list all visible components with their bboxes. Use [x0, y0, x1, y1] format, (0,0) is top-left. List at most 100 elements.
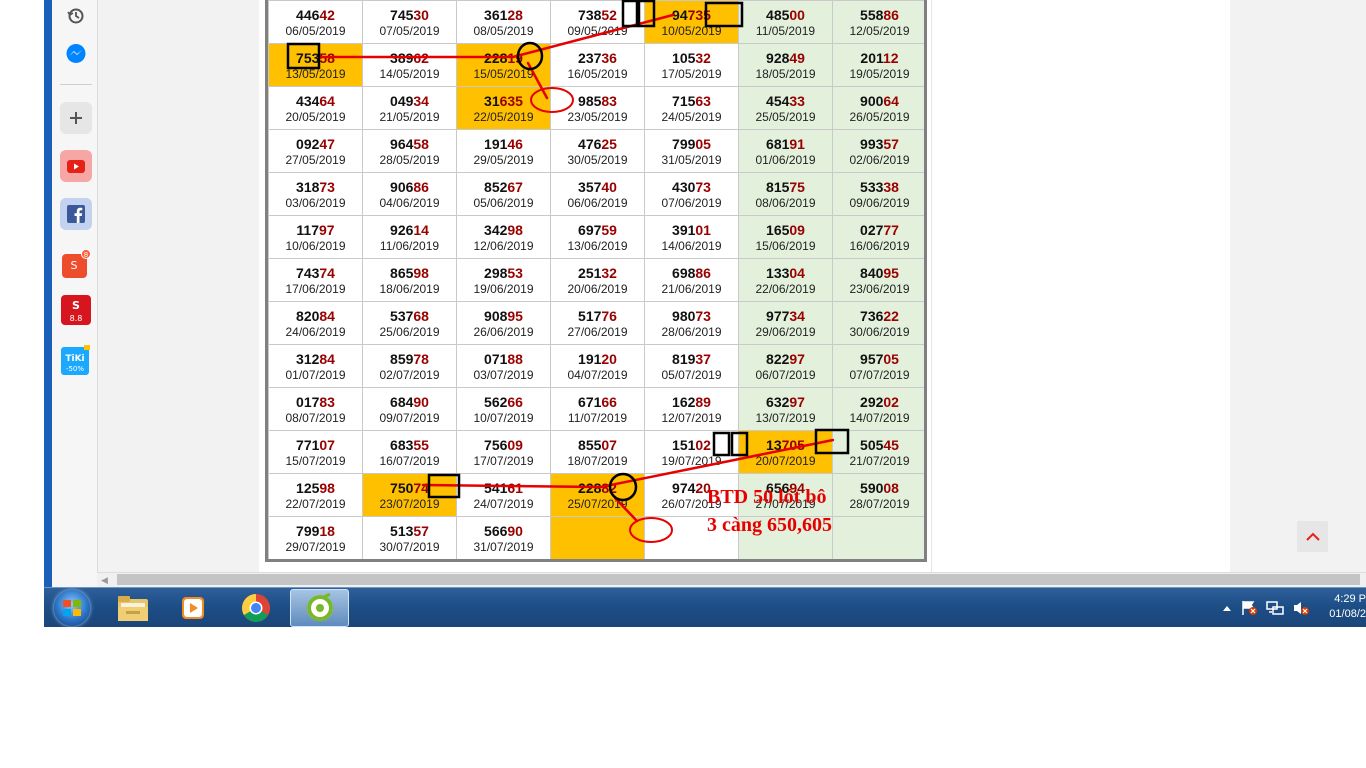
result-number: 34298 [457, 222, 550, 238]
result-date: 16/07/2019 [379, 453, 440, 468]
result-cell: 79905 31/05/2019 [644, 129, 739, 173]
result-cell: 56690 31/07/2019 [456, 516, 551, 559]
messenger-button[interactable] [60, 38, 92, 70]
history-icon [67, 8, 84, 24]
horizontal-scrollbar[interactable]: ◀ [97, 572, 1366, 587]
result-number: 50545 [833, 437, 924, 453]
result-number-suffix: 82 [601, 479, 617, 496]
action-center-flag-icon[interactable] [1240, 600, 1258, 616]
result-number: 99357 [833, 136, 924, 152]
result-cell: 04934 21/05/2019 [362, 86, 457, 130]
scrollbar-thumb[interactable] [117, 574, 1360, 585]
result-cell: 81937 05/07/2019 [644, 344, 739, 388]
result-date: 21/05/2019 [379, 109, 440, 124]
result-number-prefix: 357 [578, 178, 602, 195]
result-number-prefix: 454 [766, 92, 790, 109]
add-sidebar-app-button[interactable] [60, 102, 92, 134]
result-number-prefix: 318 [296, 178, 320, 195]
result-cell: 56266 10/07/2019 [456, 387, 551, 431]
result-date: 15/05/2019 [473, 66, 534, 81]
facebook-button[interactable] [60, 198, 92, 230]
result-cell: 29853 19/06/2019 [456, 258, 551, 302]
result-number-suffix: 07 [319, 436, 335, 453]
result-date: 13/06/2019 [567, 238, 628, 253]
scroll-to-top-button[interactable] [1297, 521, 1328, 552]
result-cell: 68355 16/07/2019 [362, 430, 457, 474]
result-cell: 09247 27/05/2019 [268, 129, 363, 173]
result-number: 85507 [551, 437, 644, 453]
result-cell: 12598 22/07/2019 [268, 473, 363, 517]
result-number: 02777 [833, 222, 924, 238]
result-number-suffix: 09 [789, 221, 805, 238]
result-date: 26/05/2019 [849, 109, 910, 124]
result-cell: 53768 25/06/2019 [362, 301, 457, 345]
shopee-button[interactable]: S8 [60, 248, 92, 280]
history-button[interactable] [60, 0, 92, 32]
result-number: 90064 [833, 93, 924, 109]
table-row: 82084 24/06/2019 53768 25/06/2019 90895 26/06… [268, 301, 924, 345]
taskbar-coc-coc[interactable] [290, 589, 349, 627]
result-number-prefix: 590 [860, 479, 884, 496]
result-number-suffix: 95 [883, 264, 899, 281]
result-cell: 86598 18/06/2019 [362, 258, 457, 302]
result-date: 30/07/2019 [379, 539, 440, 554]
scroll-left-arrow-icon[interactable]: ◀ [101, 573, 108, 587]
svg-text:8.8: 8.8 [70, 314, 83, 323]
result-date: 21/06/2019 [661, 281, 722, 296]
result-number: 82297 [739, 351, 832, 367]
table-row: 75358 13/05/2019 38962 14/05/2019 22819 15/05… [268, 43, 924, 87]
result-cell: 98073 28/06/2019 [644, 301, 739, 345]
result-number-suffix: 07 [601, 436, 617, 453]
taskbar-chrome[interactable] [229, 589, 283, 627]
result-cell: 69759 13/06/2019 [550, 215, 645, 259]
result-date: 29/07/2019 [285, 539, 346, 554]
youtube-button[interactable] [60, 150, 92, 182]
result-number-suffix: 73 [695, 307, 711, 324]
result-date: 26/07/2019 [661, 496, 722, 511]
result-date: 09/07/2019 [379, 410, 440, 425]
result-number-prefix: 13 [766, 436, 782, 453]
result-date: 19/06/2019 [473, 281, 534, 296]
result-date: 08/06/2019 [755, 195, 816, 210]
result-date: 19/05/2019 [849, 66, 910, 81]
volume-muted-icon[interactable] [1292, 600, 1310, 616]
network-icon[interactable] [1266, 600, 1284, 616]
result-number: 13304 [739, 265, 832, 281]
result-number: 53768 [363, 308, 456, 324]
result-cell: 73622 30/06/2019 [832, 301, 924, 345]
taskbar-clock[interactable]: 4:29 P 01/08/2 [1319, 592, 1366, 622]
result-number-suffix: 62 [413, 49, 429, 66]
table-row: 74374 17/06/2019 86598 18/06/2019 29853 19/06… [268, 258, 924, 302]
result-number: 20112 [833, 49, 924, 66]
result-number-suffix: 89 [695, 393, 711, 410]
taskbar-media-player[interactable] [166, 589, 220, 627]
shopee-icon: S8 [62, 249, 91, 278]
sendo-button[interactable]: S 8.8 [60, 294, 92, 326]
result-number-prefix: 815 [766, 178, 790, 195]
result-number-suffix: 36 [601, 49, 617, 66]
result-number-suffix: 30 [413, 6, 429, 23]
result-number-suffix: 32 [695, 49, 711, 66]
taskbar-file-explorer[interactable] [106, 589, 160, 627]
result-cell: 85978 02/07/2019 [362, 344, 457, 388]
result-cell: 79918 29/07/2019 [268, 516, 363, 559]
result-number-prefix: 753 [296, 49, 320, 66]
result-number-suffix: 88 [507, 350, 523, 367]
start-button[interactable] [54, 590, 90, 626]
table-row: 11797 10/06/2019 92614 11/06/2019 34298 12/06… [268, 215, 924, 259]
result-date: 04/06/2019 [379, 195, 440, 210]
result-number-suffix: 22 [883, 307, 899, 324]
tiki-button[interactable]: TiKi -50% [60, 344, 92, 376]
result-cell: 92614 11/06/2019 [362, 215, 457, 259]
result-date: 19/07/2019 [661, 453, 722, 468]
result-date: 14/07/2019 [849, 410, 910, 425]
show-hidden-icons-arrow[interactable] [1222, 604, 1232, 612]
result-number-prefix: 201 [860, 49, 883, 66]
result-date: 26/06/2019 [473, 324, 534, 339]
result-date: 09/05/2019 [567, 23, 628, 38]
result-cell: 15102 19/07/2019 [644, 430, 739, 474]
result-cell: 43073 07/06/2019 [644, 172, 739, 216]
chrome-icon [242, 594, 270, 622]
result-cell: 45433 25/05/2019 [738, 86, 833, 130]
result-number: 95705 [833, 351, 924, 367]
